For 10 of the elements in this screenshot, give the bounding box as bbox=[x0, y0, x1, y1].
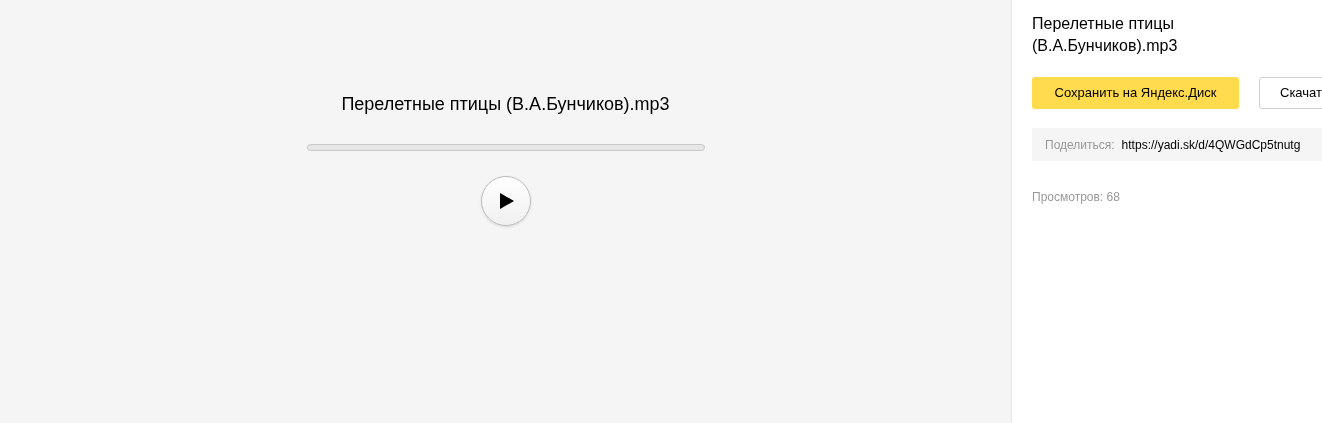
play-icon bbox=[500, 193, 514, 209]
file-title: Перелетные птицы (В.А.Бунчиков).mp3 bbox=[1032, 14, 1179, 56]
progress-track[interactable] bbox=[306, 144, 705, 151]
save-button[interactable]: Сохранить на Яндекс.Диск bbox=[1032, 77, 1239, 109]
play-button[interactable] bbox=[480, 176, 531, 226]
view-count: Просмотров: 68 bbox=[1032, 189, 1121, 206]
track-title: Перелетные птицы (В.А.Бунчиков).mp3 bbox=[341, 93, 670, 116]
share-label: Поделиться: bbox=[1045, 136, 1115, 154]
download-button[interactable]: Скачат bbox=[1259, 77, 1322, 109]
share-link[interactable]: https://yadi.sk/d/4QWGdCp5tnutg bbox=[1121, 135, 1301, 154]
